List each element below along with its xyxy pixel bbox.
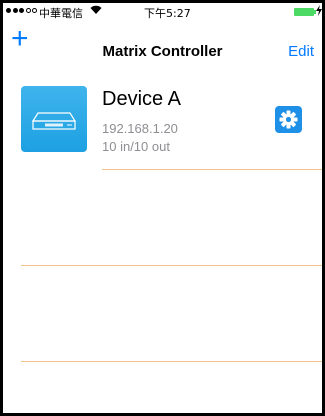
carrier-label: 中華電信	[39, 7, 83, 20]
status-time: 下午5:27	[144, 7, 191, 20]
gear-icon	[275, 106, 302, 133]
device-settings-button[interactable]	[275, 106, 302, 133]
add-device-button[interactable]: +	[11, 21, 35, 57]
navigation-bar: + Matrix Controller Edit	[3, 21, 322, 65]
device-ip-address: 192.168.1.20	[102, 121, 178, 136]
device-io-count: 10 in/10 out	[102, 139, 170, 154]
matrix-device-icon	[21, 86, 87, 152]
status-bar: 中華電信 下午5:27	[3, 3, 322, 21]
battery-icon	[294, 8, 314, 16]
edit-button[interactable]: Edit	[288, 43, 314, 60]
page-title: Matrix Controller	[102, 43, 223, 60]
row-divider	[21, 265, 322, 266]
charging-icon	[316, 5, 322, 19]
device-list-item[interactable]: Device A 192.168.1.20 10 in/10 out	[3, 86, 322, 169]
device-name: Device A	[102, 88, 181, 110]
screen: 中華電信 下午5:27 + Matrix Controller Edit Dev…	[3, 3, 322, 413]
row-divider	[21, 361, 322, 362]
row-divider	[102, 169, 322, 170]
wifi-icon	[90, 4, 102, 18]
signal-strength-icon	[6, 8, 37, 13]
